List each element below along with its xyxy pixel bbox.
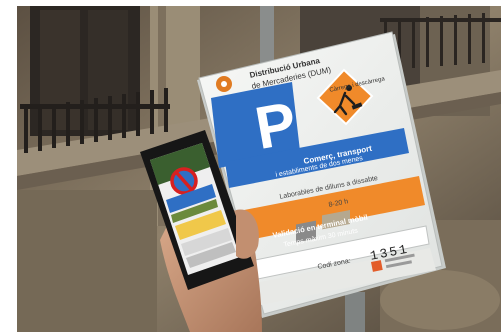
- scene: Distribució Urbana de Mercaderies (DUM) …: [0, 0, 501, 332]
- no-parking-icon: [170, 167, 198, 195]
- hand-holding-phone: [140, 130, 262, 332]
- photo: Distribució Urbana de Mercaderies (DUM) …: [17, 6, 501, 332]
